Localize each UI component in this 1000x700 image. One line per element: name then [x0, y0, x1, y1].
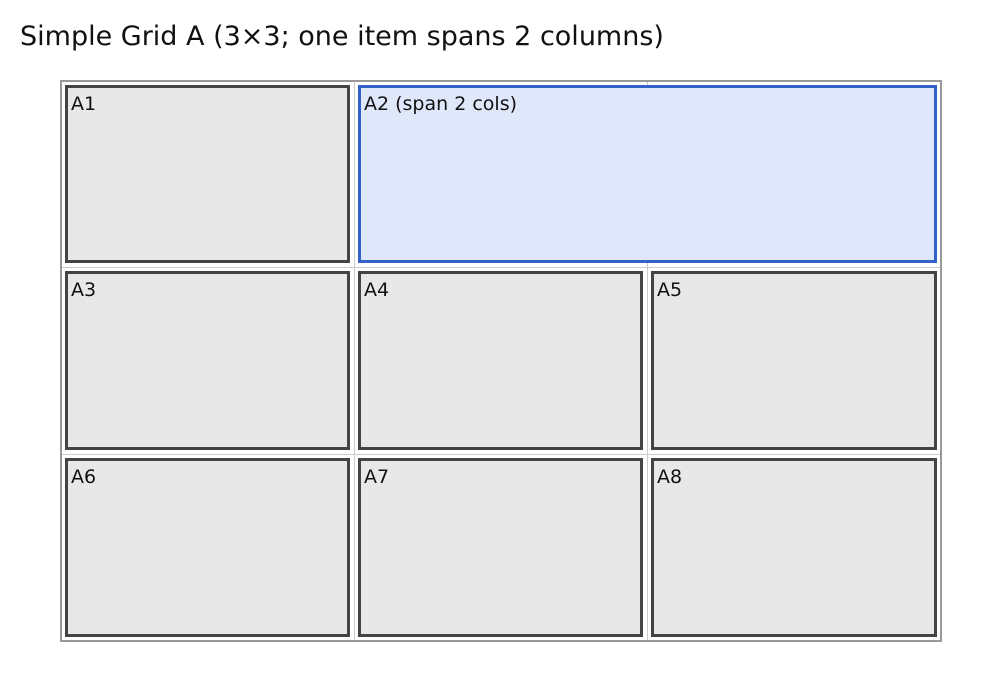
grid-item-a2-span: A2 (span 2 cols)	[358, 85, 937, 263]
grid-item-a1: A1	[65, 85, 350, 263]
grid-item-a3: A3	[65, 271, 350, 450]
grid-line-horizontal-2	[62, 454, 940, 455]
grid-item-a7: A7	[358, 458, 643, 637]
grid-item-label: A5	[657, 279, 683, 301]
grid-container: A1 A2 (span 2 cols) A3 A4 A5 A6 A7 A8	[60, 80, 942, 642]
grid-item-a5: A5	[651, 271, 937, 450]
grid-item-label: A6	[71, 466, 97, 488]
grid-item-label: A3	[71, 279, 97, 301]
page-title: Simple Grid A (3×3; one item spans 2 col…	[20, 21, 664, 52]
grid-item-label: A1	[71, 93, 97, 115]
grid-item-label: A7	[364, 466, 390, 488]
grid-item-a4: A4	[358, 271, 643, 450]
grid-item-label: A2 (span 2 cols)	[364, 93, 518, 115]
grid-line-vertical-1	[354, 82, 355, 640]
grid-item-a8: A8	[651, 458, 937, 637]
grid-item-label: A8	[657, 466, 683, 488]
grid-line-horizontal-1	[62, 267, 940, 268]
grid-item-label: A4	[364, 279, 390, 301]
grid-item-a6: A6	[65, 458, 350, 637]
